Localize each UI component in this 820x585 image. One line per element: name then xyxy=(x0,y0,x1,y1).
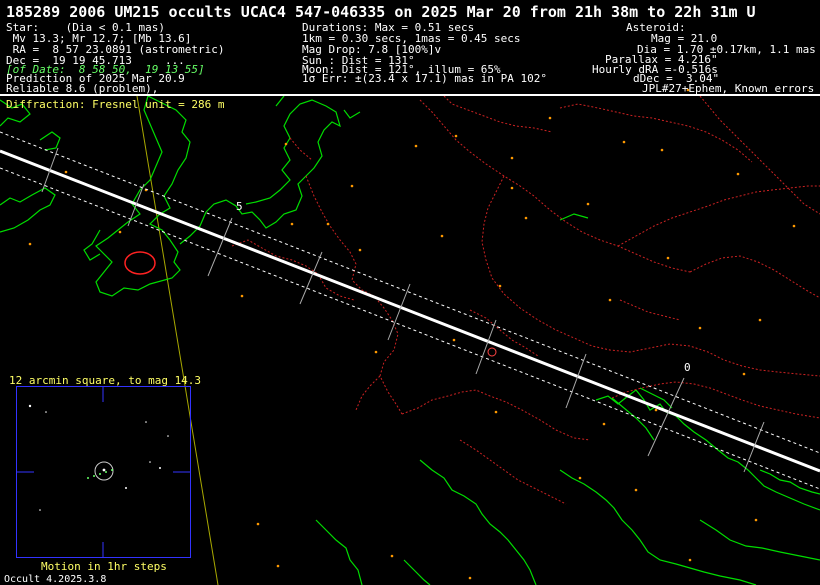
finder-title: 12 arcmin square, to mag 14.3 xyxy=(9,374,202,387)
target-location-marker xyxy=(487,347,497,357)
city-dots xyxy=(28,88,796,580)
diffraction-label: Diffraction: Fresnel unit = 286 m xyxy=(6,98,225,111)
motion-label: Motion in 1hr steps xyxy=(41,560,167,573)
finder-frame xyxy=(16,386,191,558)
time-label-start: 5 xyxy=(236,200,243,213)
ephemeris-source: JPL#27+Ephem, Known errors xyxy=(642,82,815,95)
finder-crosshair-ticks xyxy=(17,387,190,557)
time-tick-marks xyxy=(41,147,765,473)
finder-stars xyxy=(28,404,169,511)
version-label: Occult 4.2025.3.8 xyxy=(4,574,107,585)
error-limit-south xyxy=(0,167,820,490)
time-label-end: 0 xyxy=(684,361,691,374)
observer-site-marker xyxy=(124,251,156,275)
occultation-map-window: 5 0 185289 2006 UM215 occults UCAC4 547-… xyxy=(0,0,820,585)
country-borders xyxy=(231,95,820,505)
event-info-6: 1σ Err: ±(23.4 x 17.1) mas in PA 102° xyxy=(302,72,548,85)
reliability: Reliable 8.6 (problem), xyxy=(6,82,159,95)
center-line xyxy=(0,149,820,473)
coastlines xyxy=(0,95,820,585)
shadow-path xyxy=(0,131,820,490)
finder-chart xyxy=(16,386,191,558)
header-divider xyxy=(0,94,820,96)
event-title: 185289 2006 UM215 occults UCAC4 547-0463… xyxy=(6,3,756,21)
terminator-line xyxy=(136,95,219,585)
error-limit-north xyxy=(0,131,820,454)
motion-steps xyxy=(87,469,113,479)
